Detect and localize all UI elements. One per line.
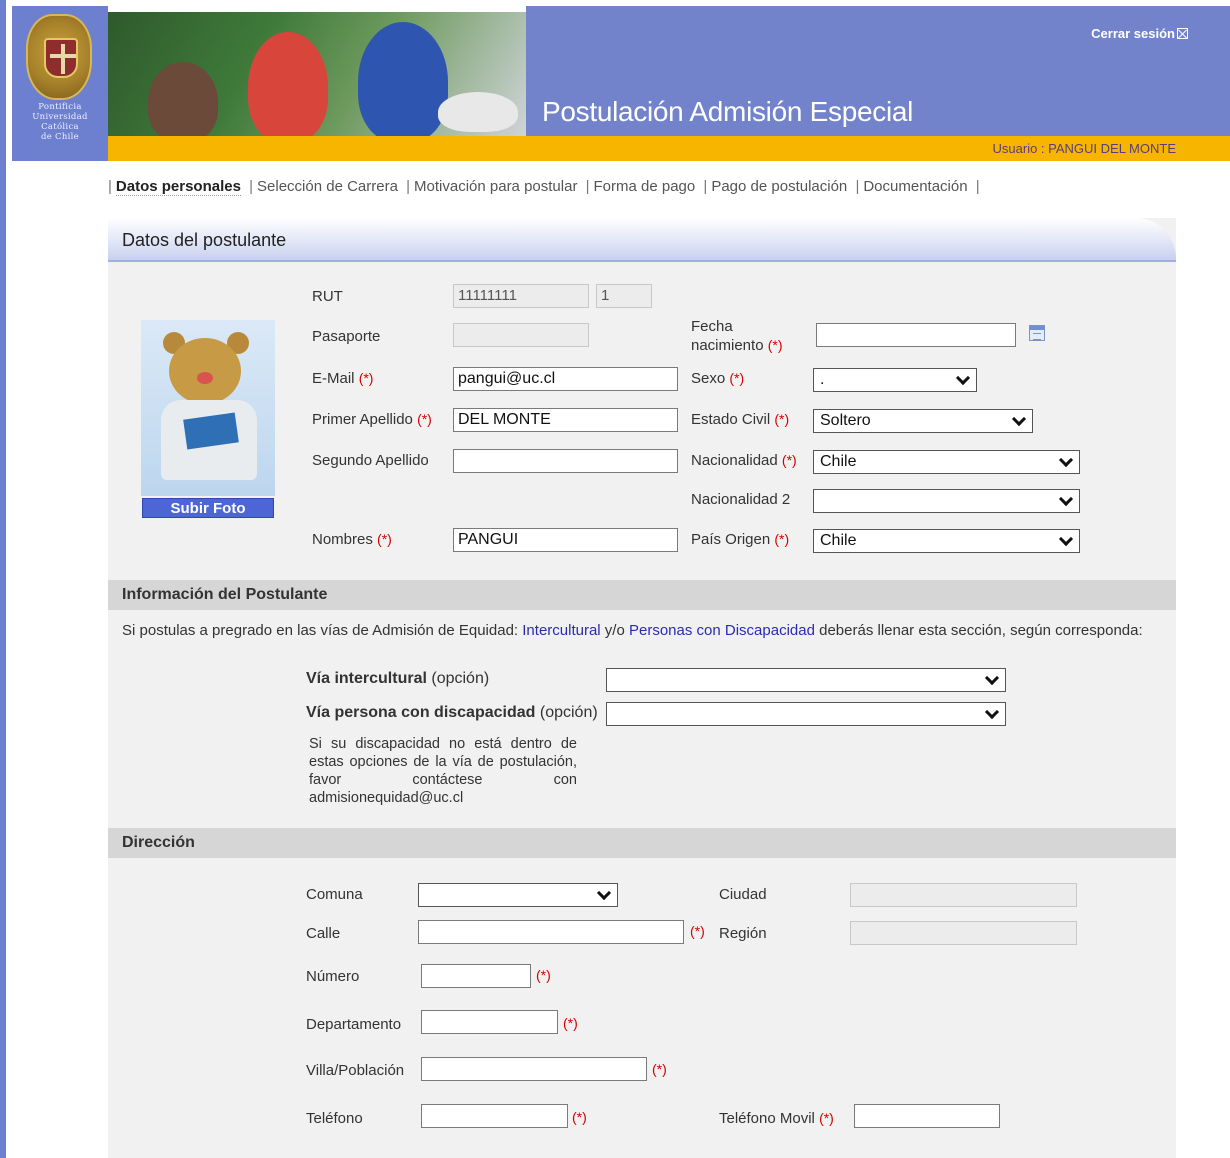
nacionalidad2-select[interactable] bbox=[813, 489, 1080, 513]
fecha-nacimiento-field[interactable] bbox=[816, 323, 1016, 347]
ciudad-field[interactable] bbox=[850, 883, 1077, 907]
pasaporte-label: Pasaporte bbox=[312, 328, 381, 345]
telefono-field[interactable] bbox=[421, 1104, 568, 1128]
pais-origen-label: País Origen (*) bbox=[691, 531, 790, 548]
sexo-value: . bbox=[820, 371, 825, 388]
region-label: Región bbox=[719, 925, 767, 942]
discapacidad-note: Si su discapacidad no está dentro de est… bbox=[309, 736, 577, 806]
via-intercultural-select[interactable] bbox=[606, 668, 1006, 692]
card-header: Datos del postulante bbox=[108, 218, 1176, 262]
chevron-down-icon bbox=[1011, 411, 1027, 427]
nacionalidad-select[interactable]: Chile bbox=[813, 450, 1080, 474]
pasaporte-field[interactable] bbox=[453, 323, 589, 347]
nombres-field[interactable]: PANGUI bbox=[453, 528, 678, 552]
app-title: Postulación Admisión Especial bbox=[542, 96, 914, 127]
nacionalidad2-label: Nacionalidad 2 bbox=[691, 491, 791, 508]
university-name: Pontificia Universidad Católica de Chile bbox=[32, 102, 88, 142]
region-field[interactable] bbox=[850, 921, 1077, 945]
departamento-label: Departamento bbox=[306, 1016, 402, 1033]
nacionalidad-label: Nacionalidad (*) bbox=[691, 452, 797, 469]
rut-label: RUT bbox=[312, 288, 343, 305]
comuna-select[interactable] bbox=[418, 883, 618, 907]
nav-seleccion-carrera[interactable]: Selección de Carrera bbox=[257, 178, 398, 195]
telefono-label: Teléfono bbox=[306, 1110, 363, 1127]
departamento-field[interactable] bbox=[421, 1010, 558, 1034]
info-section-title: Información del Postulante bbox=[122, 586, 328, 603]
nav-datos-personales[interactable]: Datos personales bbox=[115, 178, 241, 196]
chevron-down-icon bbox=[596, 885, 612, 901]
estado-civil-select[interactable]: Soltero bbox=[813, 409, 1033, 433]
villa-label: Villa/Población bbox=[306, 1062, 405, 1079]
numero-field[interactable] bbox=[421, 964, 531, 988]
logout-label[interactable]: Cerrar sesión bbox=[1091, 26, 1175, 41]
discapacidad-link[interactable]: Personas con Discapacidad bbox=[629, 622, 815, 639]
chevron-down-icon bbox=[1058, 452, 1074, 468]
villa-required: (*) bbox=[652, 1061, 667, 1077]
university-logo: Pontificia Universidad Católica de Chile bbox=[12, 6, 108, 161]
comuna-label: Comuna bbox=[306, 886, 363, 903]
rut-dv-field[interactable]: 1 bbox=[596, 284, 652, 308]
via-discapacidad-label: Vía persona con discapacidad (opción) bbox=[306, 704, 598, 721]
chevron-down-icon bbox=[955, 370, 971, 386]
sexo-label: Sexo (*) bbox=[691, 370, 745, 387]
left-rail bbox=[0, 0, 12, 1158]
step-nav: | Datos personales | Selección de Carrera … bbox=[108, 178, 980, 196]
segundo-apellido-field[interactable] bbox=[453, 449, 678, 473]
nav-pago-postulacion[interactable]: Pago de postulación bbox=[711, 178, 847, 195]
numero-label: Número bbox=[306, 968, 360, 985]
chevron-down-icon bbox=[984, 670, 1000, 686]
direccion-section-title: Dirección bbox=[122, 834, 195, 851]
applicant-photo bbox=[141, 320, 275, 496]
via-discapacidad-select[interactable] bbox=[606, 702, 1006, 726]
card-title: Datos del postulante bbox=[122, 230, 287, 250]
segundo-apellido-label: Segundo Apellido bbox=[312, 452, 429, 469]
email-label: E-Mail (*) bbox=[312, 370, 374, 387]
estado-civil-value: Soltero bbox=[820, 412, 871, 429]
calle-required: (*) bbox=[690, 923, 705, 939]
user-bar: Usuario : PANGUI DEL MONTE bbox=[108, 136, 1230, 161]
pais-origen-value: Chile bbox=[820, 532, 857, 549]
email-field[interactable]: pangui@uc.cl bbox=[453, 367, 678, 391]
chevron-down-icon bbox=[1058, 491, 1074, 507]
direccion-section-header: Dirección bbox=[108, 828, 1176, 858]
header: Pontificia Universidad Católica de Chile… bbox=[12, 6, 1230, 161]
fecha-nacimiento-label: Fecha nacimiento (*) bbox=[691, 318, 783, 354]
applicant-card: Datos del postulante Subir Foto RUT 1111… bbox=[108, 218, 1176, 1158]
telefono-movil-label: Teléfono Movil (*) bbox=[719, 1110, 834, 1127]
nombres-label: Nombres (*) bbox=[312, 531, 392, 548]
chevron-down-icon bbox=[984, 704, 1000, 720]
user-label: Usuario : PANGUI DEL MONTE bbox=[992, 141, 1176, 156]
nav-documentacion[interactable]: Documentación bbox=[863, 178, 967, 195]
info-section-header: Información del Postulante bbox=[108, 580, 1176, 610]
logout-link[interactable]: Cerrar sesión bbox=[1091, 26, 1188, 41]
calle-label: Calle bbox=[306, 925, 341, 942]
estado-civil-label: Estado Civil (*) bbox=[691, 411, 790, 428]
via-intercultural-label: Vía intercultural (opción) bbox=[306, 670, 490, 687]
close-box-icon[interactable] bbox=[1177, 28, 1188, 39]
university-shield-icon bbox=[26, 14, 92, 100]
upload-photo-button[interactable]: Subir Foto bbox=[142, 498, 274, 518]
info-description: Si postulas a pregrado en las vías de Ad… bbox=[122, 622, 1143, 639]
nav-forma-pago[interactable]: Forma de pago bbox=[594, 178, 696, 195]
primer-apellido-field[interactable]: DEL MONTE bbox=[453, 408, 678, 432]
villa-field[interactable] bbox=[421, 1057, 647, 1081]
calle-field[interactable] bbox=[418, 920, 684, 944]
numero-required: (*) bbox=[536, 967, 551, 983]
nav-motivacion[interactable]: Motivación para postular bbox=[414, 178, 577, 195]
calendar-icon[interactable] bbox=[1029, 325, 1045, 341]
sexo-select[interactable]: . bbox=[813, 368, 977, 392]
chevron-down-icon bbox=[1058, 531, 1074, 547]
rut-field[interactable]: 11111111 bbox=[453, 284, 589, 308]
pais-origen-select[interactable]: Chile bbox=[813, 529, 1080, 553]
banner-photo bbox=[108, 12, 526, 136]
ciudad-label: Ciudad bbox=[719, 886, 767, 903]
primer-apellido-label: Primer Apellido (*) bbox=[312, 411, 432, 428]
telefono-movil-field[interactable] bbox=[854, 1104, 1000, 1128]
telefono-required: (*) bbox=[572, 1109, 587, 1125]
departamento-required: (*) bbox=[563, 1015, 578, 1031]
nacionalidad-value: Chile bbox=[820, 453, 857, 470]
intercultural-link[interactable]: Intercultural bbox=[522, 622, 600, 639]
